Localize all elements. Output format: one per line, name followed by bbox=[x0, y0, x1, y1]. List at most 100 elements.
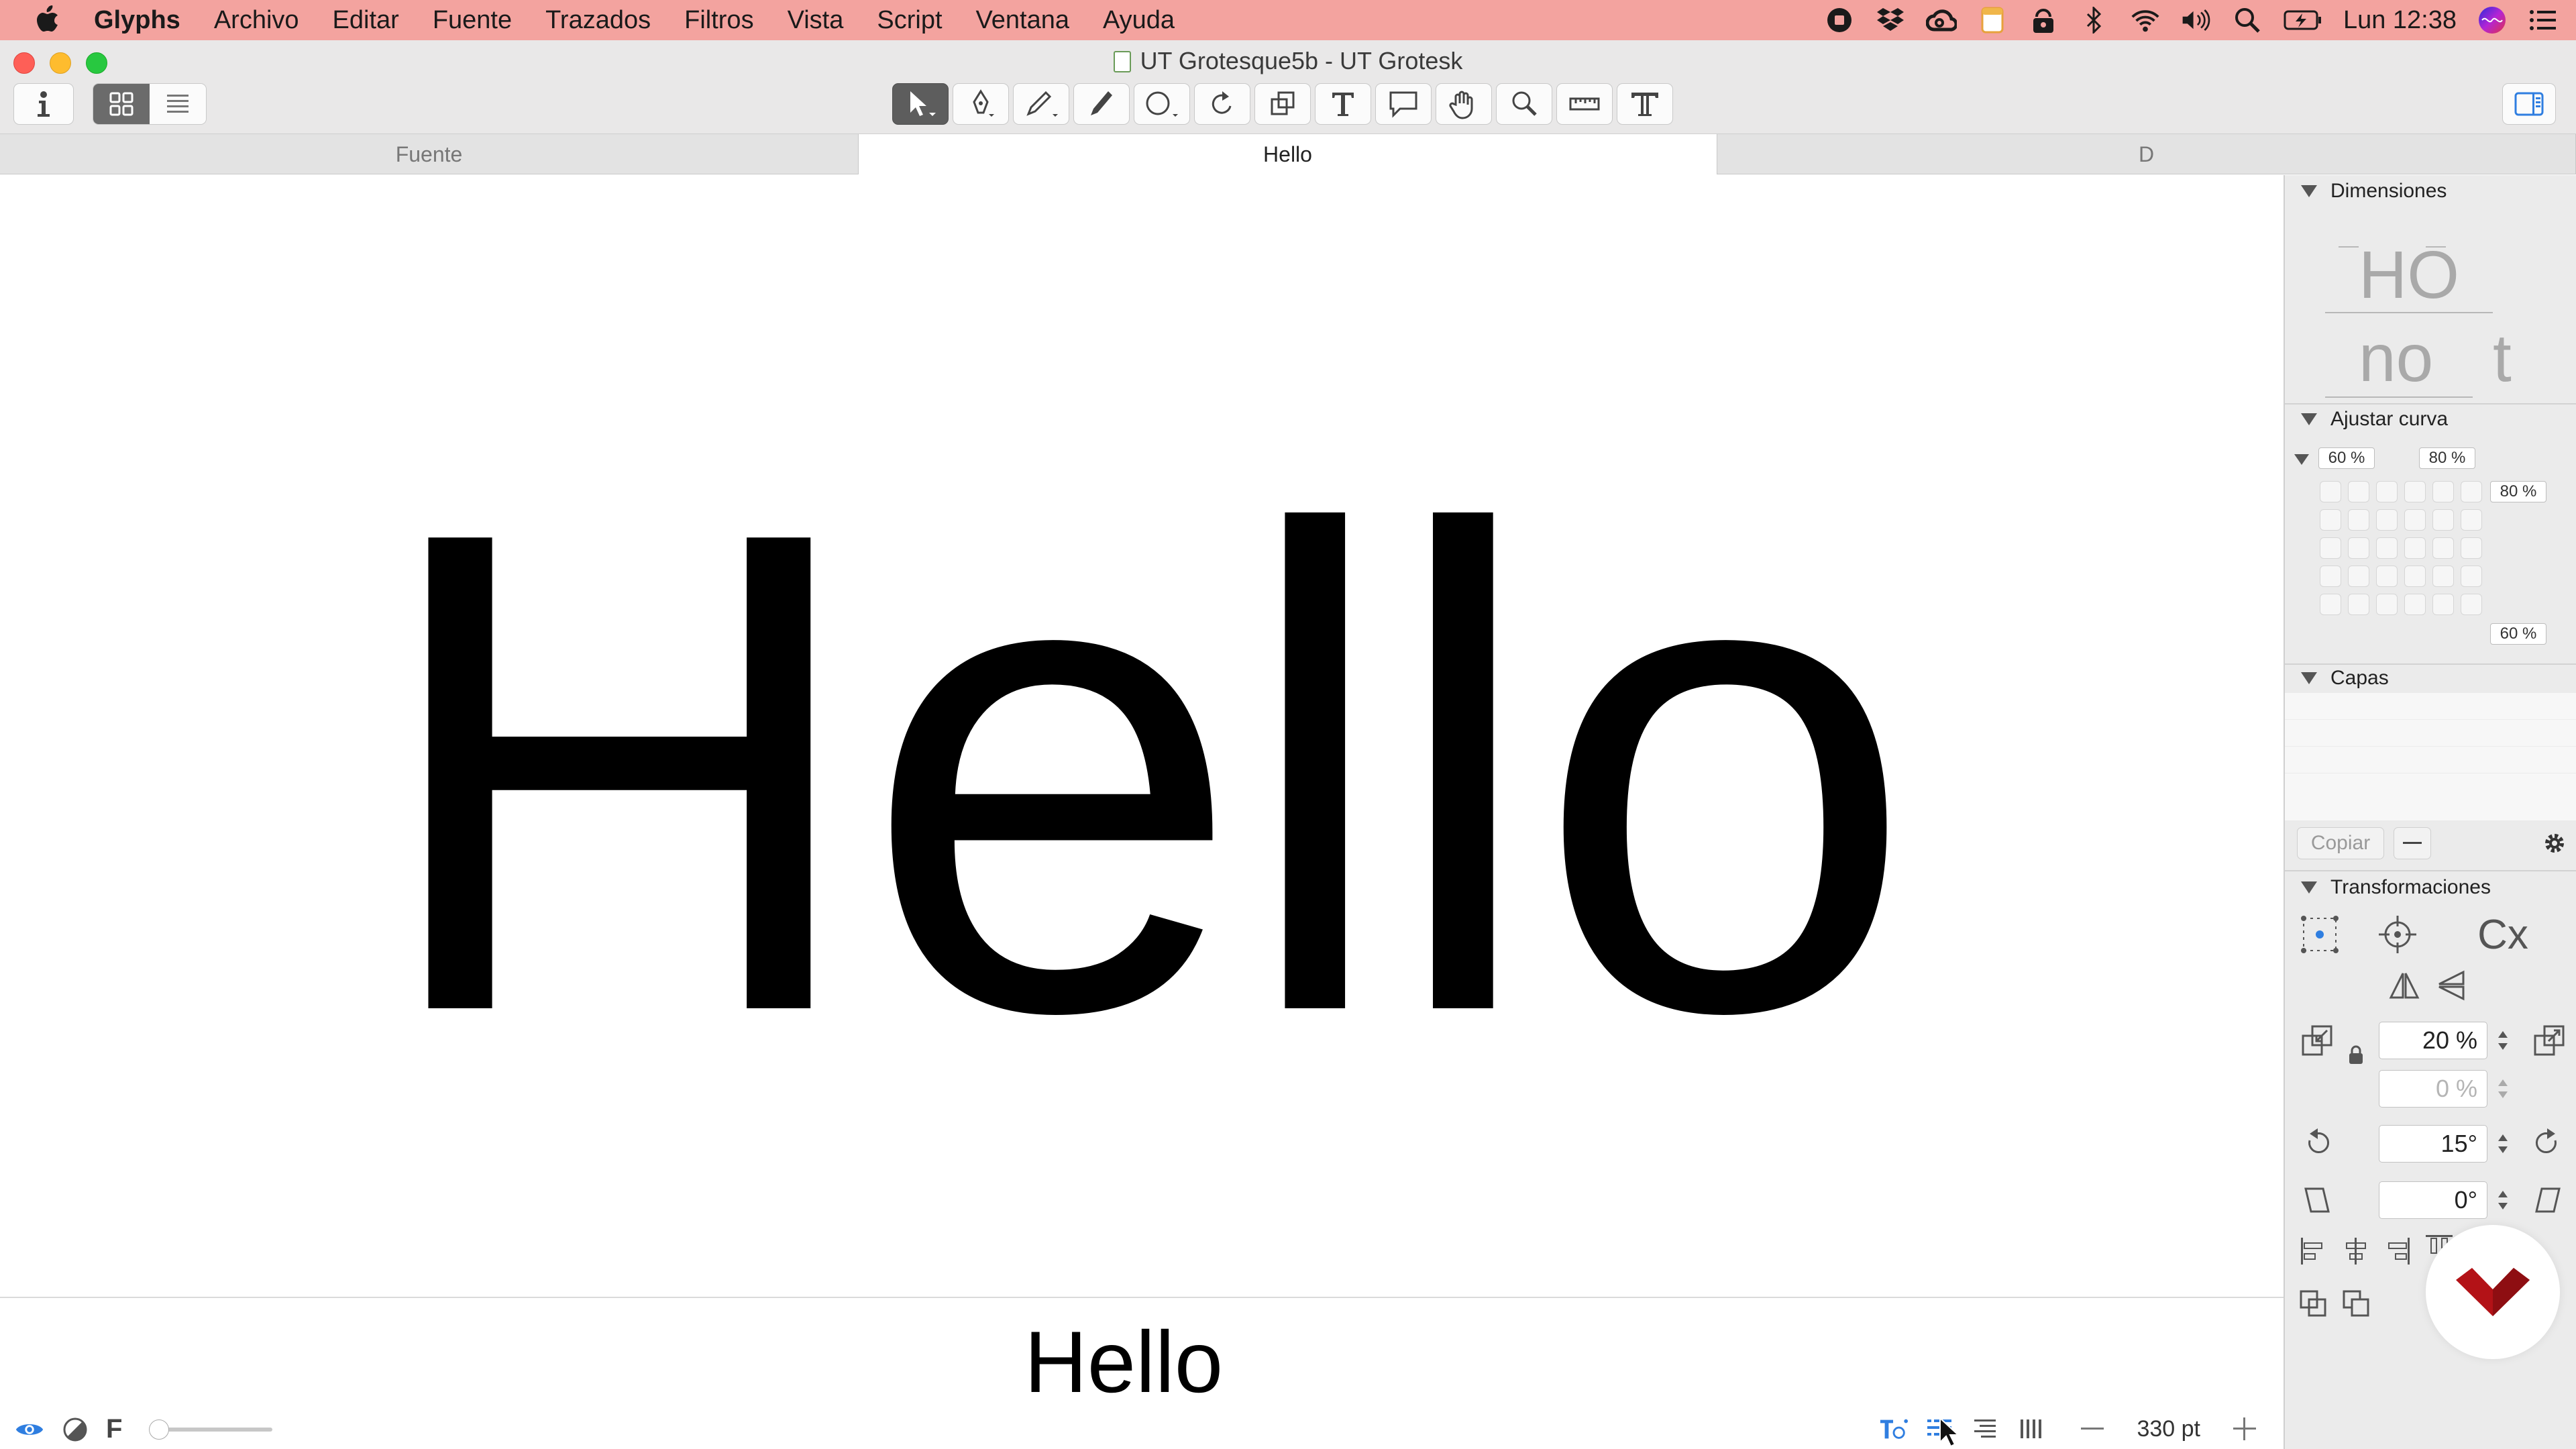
scale-stepper[interactable] bbox=[2496, 1023, 2510, 1058]
stepper-down-icon[interactable] bbox=[2498, 1203, 2508, 1210]
font-size-value[interactable]: 330 pt bbox=[2137, 1416, 2200, 1442]
bluetooth-icon[interactable] bbox=[2079, 5, 2110, 36]
layers-list[interactable] bbox=[2285, 693, 2576, 820]
siri-icon[interactable] bbox=[2477, 5, 2508, 36]
contrast-icon[interactable] bbox=[60, 1415, 90, 1444]
curve-cell[interactable] bbox=[2376, 509, 2398, 531]
search-icon[interactable] bbox=[2232, 5, 2263, 36]
curve-cell[interactable] bbox=[2348, 509, 2369, 531]
edit-canvas[interactable]: Hello bbox=[0, 175, 2284, 1297]
menu-archivo[interactable]: Archivo bbox=[214, 6, 299, 35]
curve-cell[interactable] bbox=[2432, 509, 2454, 531]
vertical-lines-icon[interactable] bbox=[2016, 1414, 2045, 1444]
metrics-origin-icon[interactable]: Cx bbox=[2453, 912, 2553, 958]
section-transformaciones[interactable]: Transformaciones bbox=[2285, 874, 2576, 901]
curve-cell[interactable] bbox=[2404, 481, 2426, 502]
pencil-tool-button[interactable] bbox=[1073, 83, 1130, 125]
disclosure-triangle-icon[interactable] bbox=[2301, 672, 2317, 684]
rotate-field[interactable]: 15° bbox=[2379, 1125, 2487, 1163]
menu-script[interactable]: Script bbox=[877, 6, 942, 35]
record-stop-icon[interactable] bbox=[1824, 5, 1855, 36]
menu-ayuda[interactable]: Ayuda bbox=[1103, 6, 1175, 35]
curve-cell[interactable] bbox=[2432, 537, 2454, 559]
tab-fuente[interactable]: Fuente bbox=[0, 134, 859, 174]
curve-cell[interactable] bbox=[2376, 481, 2398, 502]
curve-cell[interactable] bbox=[2461, 509, 2482, 531]
union-icon[interactable] bbox=[2297, 1286, 2329, 1321]
volume-icon[interactable] bbox=[2181, 5, 2212, 36]
dropbox-icon[interactable] bbox=[1875, 5, 1906, 36]
disclosure-triangle-icon[interactable] bbox=[2301, 881, 2317, 894]
section-ajustar-curva[interactable]: Ajustar curva bbox=[2285, 406, 2576, 433]
scale-vertical-stepper[interactable] bbox=[2496, 1071, 2510, 1106]
curve-top-left-field[interactable]: 60 % bbox=[2318, 447, 2375, 469]
hand-tool-button[interactable] bbox=[1436, 83, 1492, 125]
curve-top-right-field[interactable]: 80 % bbox=[2419, 447, 2475, 469]
align-right-edges-icon[interactable] bbox=[2381, 1234, 2414, 1269]
curve-right-bottom-field[interactable]: 60 % bbox=[2490, 623, 2546, 645]
rotate-tool-button[interactable] bbox=[1194, 83, 1250, 125]
layer-row[interactable] bbox=[2285, 720, 2576, 747]
layer-row[interactable] bbox=[2285, 747, 2576, 773]
section-capas[interactable]: Capas bbox=[2285, 665, 2576, 692]
wifi-icon[interactable] bbox=[2130, 5, 2161, 36]
curve-cell[interactable] bbox=[2432, 481, 2454, 502]
stepper-down-icon[interactable] bbox=[2498, 1091, 2508, 1098]
curve-cell[interactable] bbox=[2376, 594, 2398, 615]
slant-left-icon[interactable] bbox=[2300, 1181, 2334, 1219]
rotate-cw-icon[interactable] bbox=[2530, 1124, 2565, 1161]
mirror-horizontal-icon[interactable] bbox=[2385, 967, 2423, 1004]
slant-right-icon[interactable] bbox=[2530, 1181, 2565, 1219]
stepper-up-icon[interactable] bbox=[2498, 1134, 2508, 1141]
menu-ventana[interactable]: Ventana bbox=[976, 6, 1069, 35]
curve-cell[interactable] bbox=[2348, 537, 2369, 559]
draw-tool-button[interactable] bbox=[953, 83, 1009, 125]
disclosure-triangle-icon[interactable] bbox=[2301, 185, 2317, 197]
remove-layer-button[interactable] bbox=[2394, 827, 2431, 859]
stepper-down-icon[interactable] bbox=[2498, 1146, 2508, 1153]
sidebar-toggle-button[interactable] bbox=[2502, 83, 2556, 125]
menu-clock[interactable]: Lun 12:38 bbox=[2343, 6, 2457, 35]
lock-icon[interactable] bbox=[2347, 1043, 2365, 1067]
curve-cell[interactable] bbox=[2376, 566, 2398, 587]
menu-vista[interactable]: Vista bbox=[788, 6, 844, 35]
apple-menu-icon[interactable] bbox=[34, 5, 64, 35]
scale-tool-button[interactable] bbox=[1254, 83, 1311, 125]
measure-tool-button[interactable] bbox=[1556, 83, 1613, 125]
curve-cell[interactable] bbox=[2320, 481, 2341, 502]
stepper-down-icon[interactable] bbox=[2498, 1043, 2508, 1050]
layer-row[interactable] bbox=[2285, 693, 2576, 720]
rotate-stepper[interactable] bbox=[2496, 1126, 2510, 1161]
scale-field[interactable]: 20 % bbox=[2379, 1022, 2487, 1059]
curve-cell[interactable] bbox=[2432, 566, 2454, 587]
align-left-edges-icon[interactable] bbox=[2297, 1234, 2329, 1269]
curve-cell[interactable] bbox=[2348, 481, 2369, 502]
list-view-button[interactable] bbox=[150, 84, 206, 124]
slant-field[interactable]: 0° bbox=[2379, 1181, 2487, 1219]
bounding-box-origin-icon[interactable] bbox=[2298, 913, 2341, 956]
stepper-up-icon[interactable] bbox=[2498, 1191, 2508, 1197]
eye-icon[interactable] bbox=[15, 1415, 44, 1444]
curve-cell[interactable] bbox=[2404, 594, 2426, 615]
curve-cell[interactable] bbox=[2461, 594, 2482, 615]
curve-right-top-field[interactable]: 80 % bbox=[2490, 481, 2546, 502]
menu-app-glyphs[interactable]: Glyphs bbox=[94, 6, 180, 35]
tab-hello[interactable]: Hello bbox=[859, 134, 1717, 174]
crosshair-origin-icon[interactable] bbox=[2376, 913, 2419, 956]
layer-options-button[interactable] bbox=[2540, 828, 2569, 858]
section-dimensiones[interactable]: Dimensiones bbox=[2285, 178, 2576, 205]
slant-stepper[interactable] bbox=[2496, 1183, 2510, 1218]
curve-cell[interactable] bbox=[2320, 509, 2341, 531]
text-options-icon[interactable] bbox=[1879, 1414, 1909, 1444]
type-tool-button[interactable] bbox=[1617, 83, 1673, 125]
curve-cell[interactable] bbox=[2320, 594, 2341, 615]
curve-cell[interactable] bbox=[2432, 594, 2454, 615]
slider-knob[interactable] bbox=[149, 1419, 170, 1440]
curve-cell[interactable] bbox=[2320, 537, 2341, 559]
pen-tool-button[interactable] bbox=[1013, 83, 1069, 125]
canvas-glyph-text[interactable]: Hello bbox=[0, 430, 2284, 1114]
stepper-up-icon[interactable] bbox=[2498, 1079, 2508, 1086]
curve-cell[interactable] bbox=[2404, 566, 2426, 587]
menu-fuente[interactable]: Fuente bbox=[433, 6, 512, 35]
align-right-icon[interactable] bbox=[1970, 1414, 2000, 1444]
